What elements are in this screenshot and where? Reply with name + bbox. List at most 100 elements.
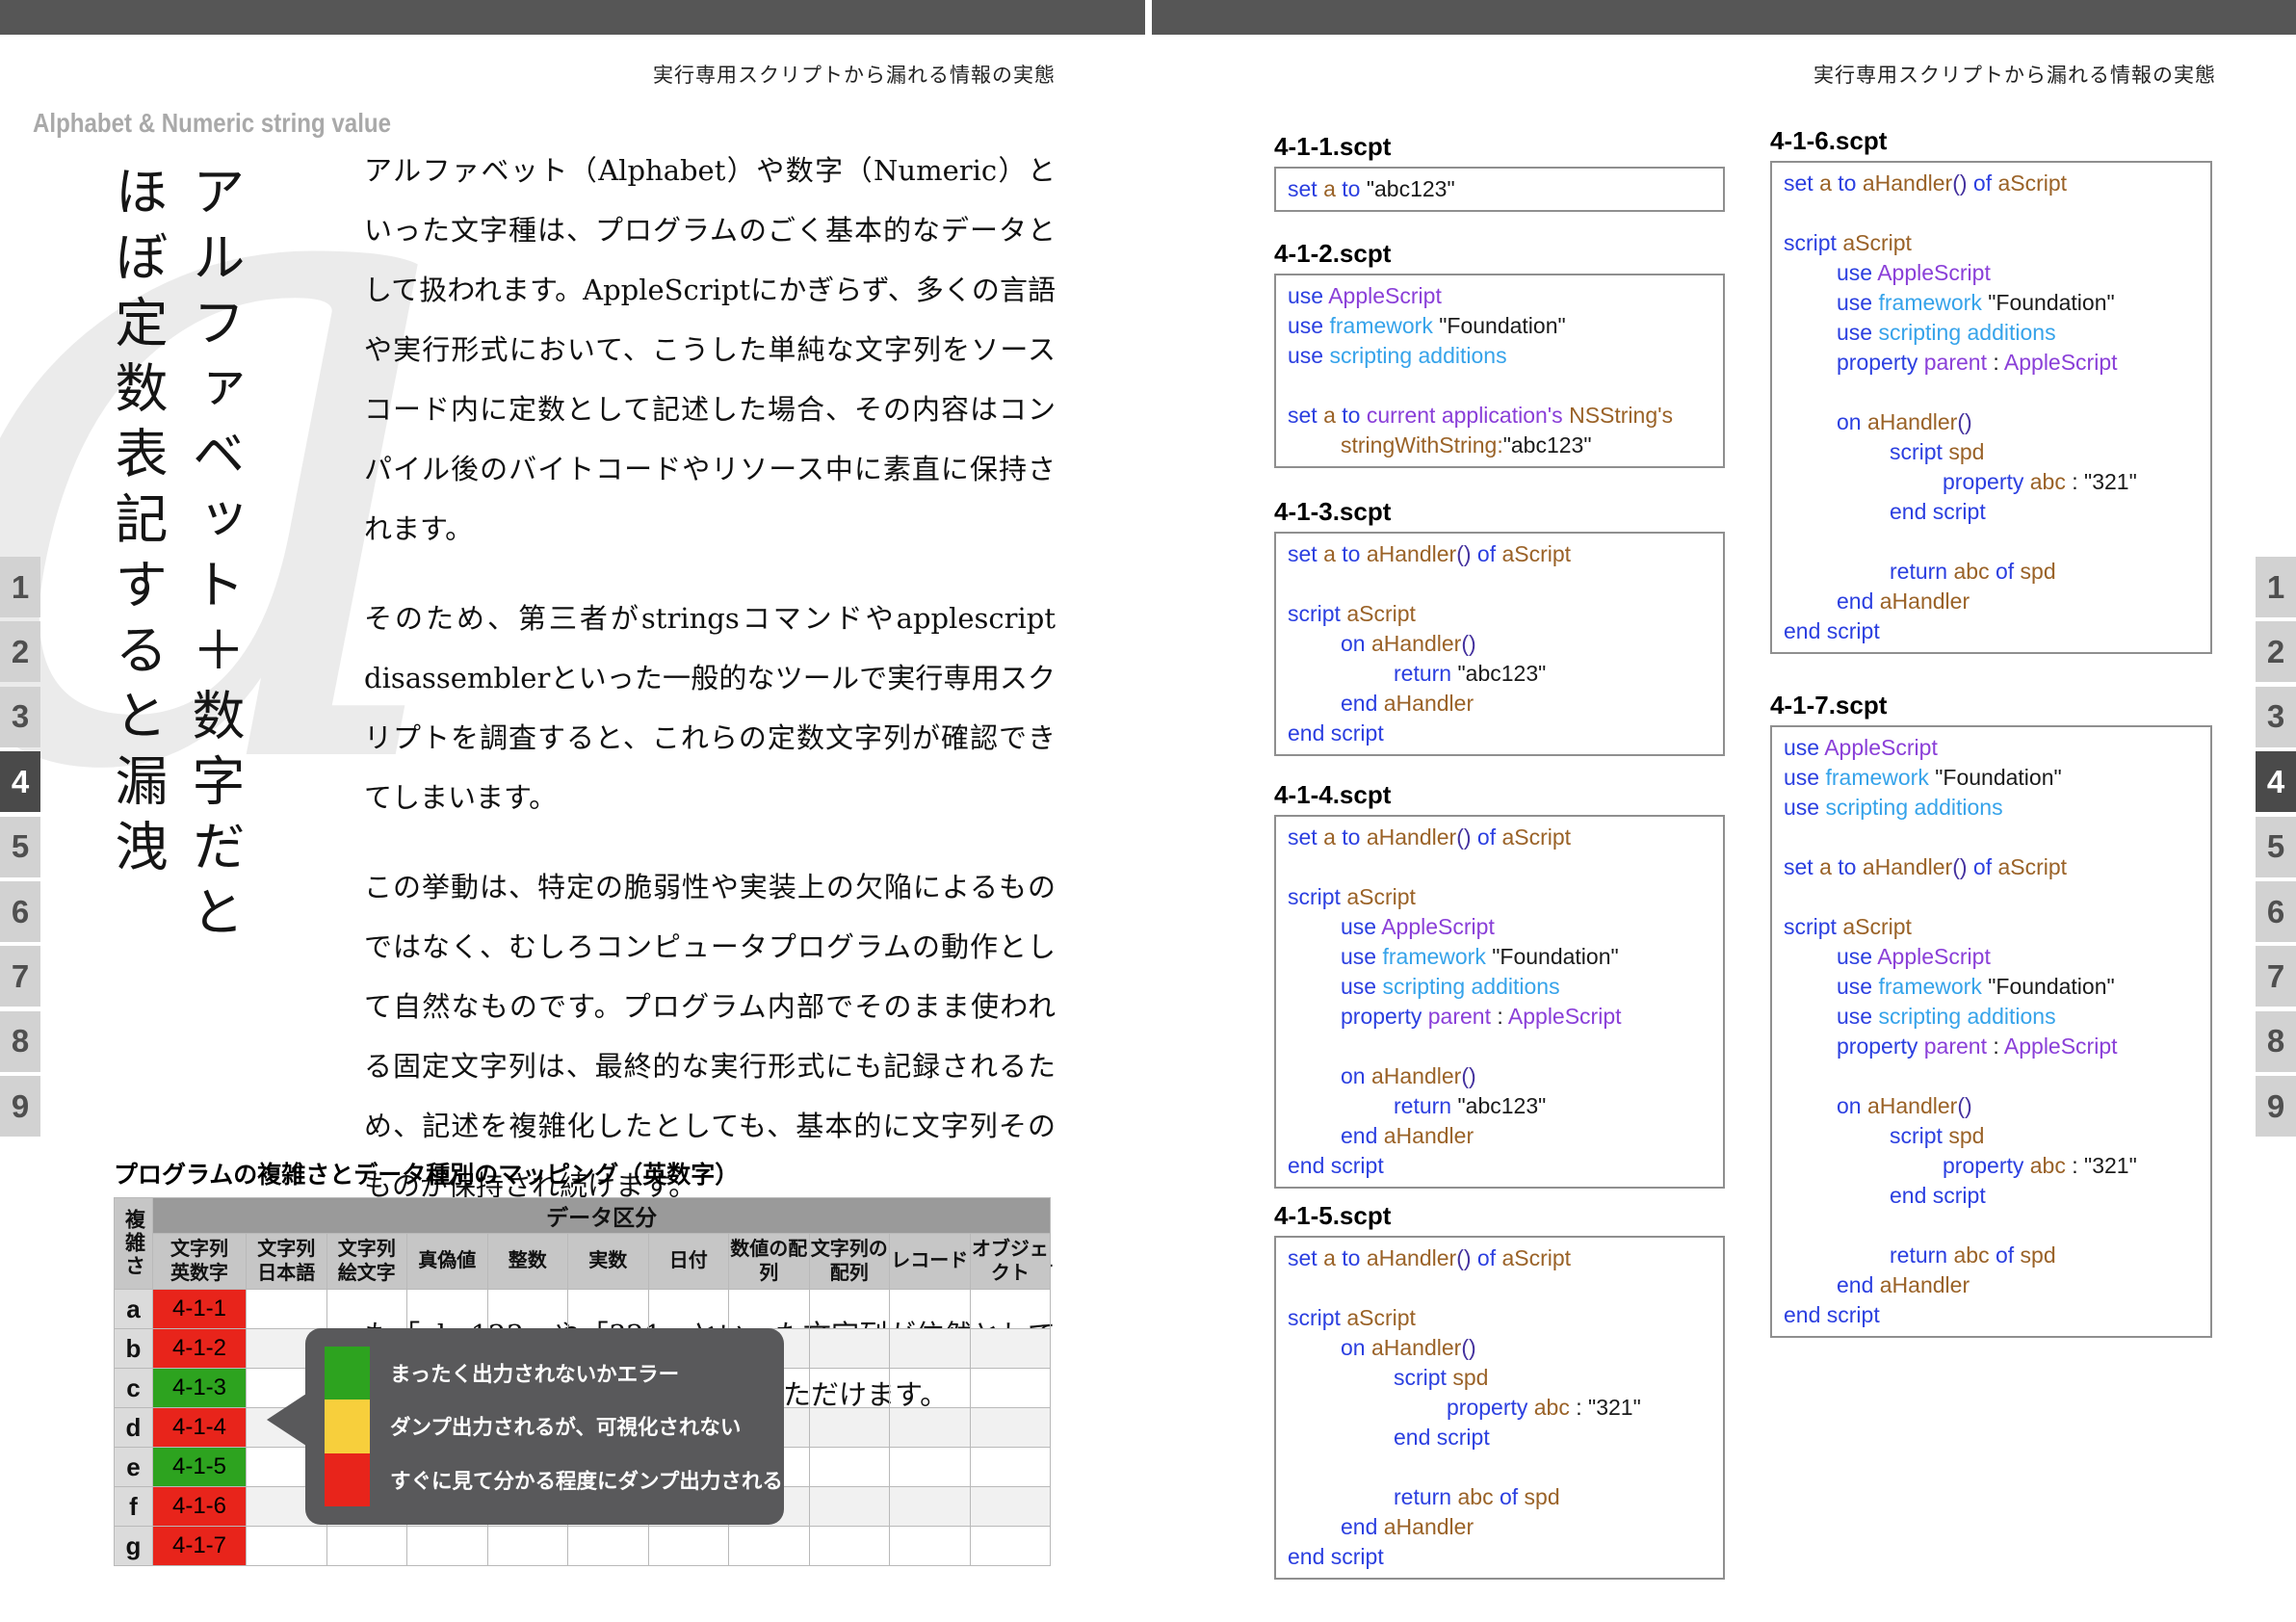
empty-cell xyxy=(890,1369,971,1408)
code-line: end aHandler xyxy=(1784,1270,2199,1300)
code-line xyxy=(1784,823,2199,852)
row-letter: e xyxy=(115,1448,153,1487)
code-line: end script xyxy=(1784,1181,2199,1211)
body-paragraph: アルファベット（Alphabet）や数字（Numeric）といった文字種は、プロ… xyxy=(364,141,1056,559)
page-tab-2: 2 xyxy=(0,621,40,682)
row-letter: a xyxy=(115,1290,153,1329)
code-block-title: 4-1-1.scpt xyxy=(1274,133,1725,160)
code-block-4-1-5: 4-1-5.scpt set a to aHandler() of aScript… xyxy=(1274,1202,1725,1580)
code-line: return "abc123" xyxy=(1288,659,1711,689)
status-cell-4-1-7: 4-1-7 xyxy=(153,1527,247,1566)
code-line: use scripting additions xyxy=(1784,1002,2199,1032)
code-box: set a to aHandler() of aScript script aS… xyxy=(1770,161,2212,654)
book-spread: 実行専用スクリプトから漏れる情報の実態 実行専用スクリプトから漏れる情報の実態 … xyxy=(0,0,2296,1622)
page-tab-3: 3 xyxy=(0,687,40,747)
table-column-header: 真偽値 xyxy=(407,1234,488,1290)
code-block-title: 4-1-5.scpt xyxy=(1274,1202,1725,1229)
code-line xyxy=(1784,1061,2199,1091)
table-column-header: 日付 xyxy=(648,1234,729,1290)
code-line: end script xyxy=(1288,1151,1711,1181)
code-box: set a to aHandler() of aScript script aS… xyxy=(1274,1236,1725,1580)
code-block-4-1-4: 4-1-4.scptset a to aHandler() of aScript… xyxy=(1274,781,1725,1189)
code-line: use AppleScript xyxy=(1784,942,2199,972)
code-line: set a to aHandler() of aScript xyxy=(1288,539,1711,569)
empty-cell xyxy=(890,1290,971,1329)
empty-cell xyxy=(970,1329,1051,1369)
table-column-header: 文字列日本語 xyxy=(247,1234,327,1290)
row-letter: d xyxy=(115,1408,153,1448)
empty-cell xyxy=(890,1408,971,1448)
page-tab-5: 5 xyxy=(0,817,40,877)
status-cell-4-1-1: 4-1-1 xyxy=(153,1290,247,1329)
code-line: on aHandler() xyxy=(1288,1333,1711,1363)
code-line: stringWithString:"abc123" xyxy=(1288,431,1711,460)
status-cell-4-1-5: 4-1-5 xyxy=(153,1448,247,1487)
code-line: property abc : "321" xyxy=(1288,1393,1711,1423)
empty-cell xyxy=(890,1487,971,1527)
page-tab-3: 3 xyxy=(2256,687,2296,747)
empty-cell xyxy=(809,1329,890,1369)
code-line: set a to aHandler() of aScript xyxy=(1784,852,2199,882)
code-line: end script xyxy=(1288,1542,1711,1572)
page-tab-8: 8 xyxy=(2256,1011,2296,1072)
legend-item: ダンプ出力されるが、可視化されない xyxy=(325,1400,767,1452)
code-line xyxy=(1784,378,2199,407)
code-block-4-1-6: 4-1-6.scpt set a to aHandler() of aScript… xyxy=(1770,127,2212,654)
legend-item: すぐに見て分かる程度にダンプ出力される xyxy=(325,1453,767,1506)
code-line: property abc : "321" xyxy=(1784,467,2199,497)
code-line: return abc of spd xyxy=(1784,1241,2199,1270)
code-line: script aScript xyxy=(1288,1303,1711,1333)
code-line: use framework "Foundation" xyxy=(1288,942,1711,972)
row-letter: b xyxy=(115,1329,153,1369)
page-tab-7: 7 xyxy=(0,946,40,1007)
code-line: end script xyxy=(1288,719,1711,748)
code-block-4-1-2: 4-1-2.scptuse AppleScriptuse framework "… xyxy=(1274,240,1725,468)
table-title: プログラムの複雑さとデータ種別のマッピング（英数字） xyxy=(114,1156,739,1190)
legend-label: ダンプ出力されるが、可視化されない xyxy=(390,1411,741,1441)
code-line: script aScript xyxy=(1288,882,1711,912)
code-line: return abc of spd xyxy=(1288,1482,1711,1512)
vertical-title-line-1: アルファベット＋数字だと xyxy=(175,164,252,992)
code-block-title: 4-1-6.scpt xyxy=(1770,127,2212,154)
empty-cell xyxy=(407,1290,488,1329)
empty-cell xyxy=(809,1408,890,1448)
legend-swatch-red xyxy=(325,1453,370,1506)
code-line: end script xyxy=(1784,616,2199,646)
page-tab-6: 6 xyxy=(2256,881,2296,942)
code-line xyxy=(1288,569,1711,599)
empty-cell xyxy=(326,1527,407,1566)
table-row: g4-1-7 xyxy=(115,1527,1051,1566)
code-line: end script xyxy=(1784,1300,2199,1330)
code-line: use framework "Foundation" xyxy=(1784,763,2199,793)
code-line: set a to aHandler() of aScript xyxy=(1784,169,2199,198)
row-letter: f xyxy=(115,1487,153,1527)
legend-label: すぐに見て分かる程度にダンプ出力される xyxy=(390,1465,783,1495)
code-box: use AppleScriptuse framework "Foundation… xyxy=(1274,274,1725,468)
code-line: use scripting additions xyxy=(1288,341,1711,371)
empty-cell xyxy=(247,1290,327,1329)
code-block-title: 4-1-3.scpt xyxy=(1274,498,1725,525)
code-line: use AppleScript xyxy=(1288,281,1711,311)
code-block-4-1-1: 4-1-1.scpt set a to "abc123" xyxy=(1274,133,1725,212)
code-line: use framework "Foundation" xyxy=(1784,972,2199,1002)
code-line: set a to "abc123" xyxy=(1288,174,1711,204)
empty-cell xyxy=(568,1290,649,1329)
section-english-label: Alphabet & Numeric string value xyxy=(33,108,391,139)
code-line: script spd xyxy=(1784,437,2199,467)
code-line: use scripting additions xyxy=(1288,972,1711,1002)
table-column-header: 整数 xyxy=(487,1234,568,1290)
code-line xyxy=(1288,1273,1711,1303)
code-line xyxy=(1784,198,2199,228)
empty-cell xyxy=(648,1527,729,1566)
code-line: set a to aHandler() of aScript xyxy=(1288,1243,1711,1273)
table-column-header: 数値の配列 xyxy=(729,1234,810,1290)
legend-swatch-green xyxy=(325,1347,370,1400)
empty-cell xyxy=(890,1329,971,1369)
code-line: on aHandler() xyxy=(1784,407,2199,437)
code-line: return abc of spd xyxy=(1784,557,2199,587)
code-line: on aHandler() xyxy=(1288,1061,1711,1091)
empty-cell xyxy=(809,1448,890,1487)
page-tab-2: 2 xyxy=(2256,621,2296,682)
code-box: set a to aHandler() of aScript script aS… xyxy=(1274,815,1725,1189)
empty-cell xyxy=(568,1527,649,1566)
